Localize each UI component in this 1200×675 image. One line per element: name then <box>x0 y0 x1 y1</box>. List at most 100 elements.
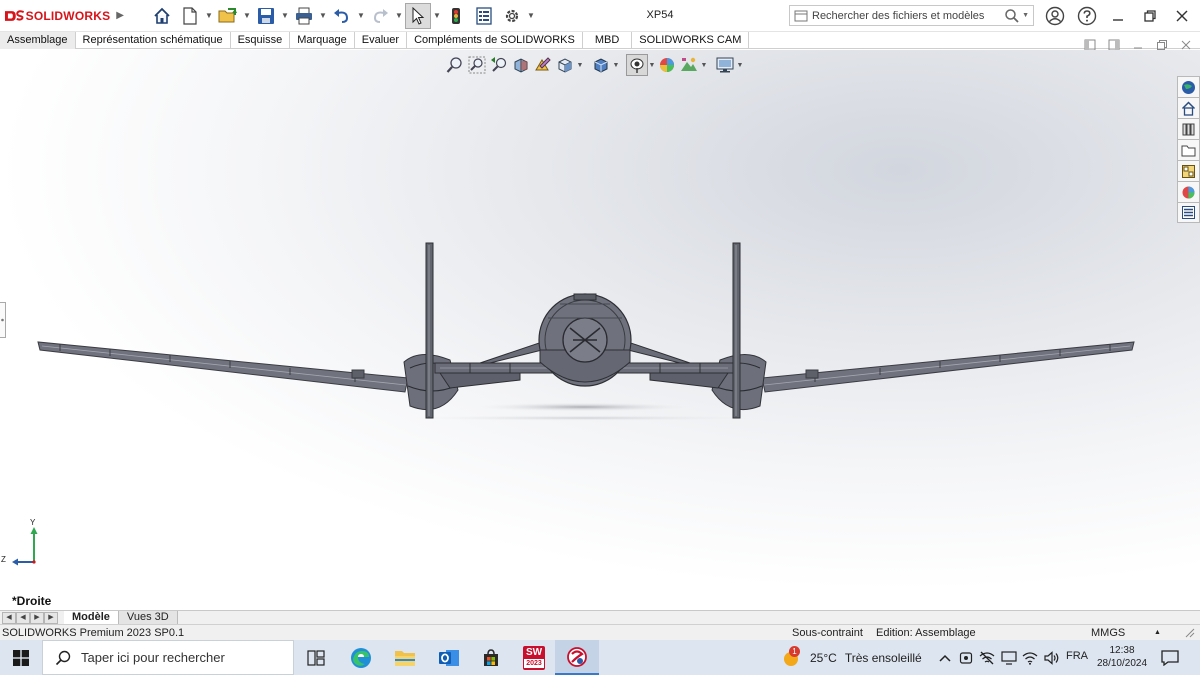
resize-grip-icon[interactable] <box>1183 626 1195 641</box>
tray-app-button[interactable] <box>955 640 977 675</box>
tab-complements-solidworks[interactable]: Compléments de SOLIDWORKS <box>407 32 583 49</box>
new-document-button[interactable] <box>177 3 203 29</box>
title-bar: SOLIDWORKS ▶ ▼ ▼ ▼ ▼ ▼ ▼ ▼ ▼ XP54 Recher… <box>0 0 1200 32</box>
view-palette-tab[interactable] <box>1177 160 1200 181</box>
status-constraint: Sous-contraint <box>792 627 863 639</box>
logo-expand-arrow-icon[interactable]: ▶ <box>116 10 124 21</box>
left-nacelle <box>403 242 459 419</box>
feature-manager-collapse-handle[interactable] <box>0 302 6 338</box>
weather-condition: Très ensoleillé <box>844 650 922 665</box>
tab-representation-schematique[interactable]: Représentation schématique <box>76 32 231 49</box>
tray-network-status-button[interactable] <box>976 640 998 675</box>
close-window-button[interactable] <box>1170 4 1194 28</box>
select-button[interactable] <box>405 2 431 29</box>
collapse-handle-icon <box>1 318 4 322</box>
weather-widget[interactable]: 1 25°C Très ensoleillé <box>780 640 922 675</box>
triad-z-label: Z <box>1 555 6 564</box>
next-tab-arrow-icon[interactable]: ▶ <box>30 611 44 624</box>
search-icon[interactable] <box>1004 8 1020 24</box>
tab-evaluer[interactable]: Evaluer <box>355 32 408 49</box>
taskbar-clock[interactable]: 12:38 28/10/2024 <box>1094 644 1150 670</box>
file-explorer-folder-icon <box>395 650 415 666</box>
search-dropdown-arrow-icon[interactable]: ▼ <box>1022 12 1029 19</box>
taskbar-file-explorer-button[interactable] <box>383 640 427 675</box>
rebuild-button[interactable] <box>443 3 469 29</box>
sw-badge-top-text: SW <box>525 646 543 658</box>
tab-mbd[interactable]: MBD <box>583 32 633 49</box>
tray-display-button[interactable] <box>998 640 1020 675</box>
solidworks-2023-app-icon: SW 2023 <box>523 645 545 670</box>
tab-modele[interactable]: Modèle <box>64 610 119 625</box>
solidworks-logo[interactable]: SOLIDWORKS ▶ <box>4 0 124 32</box>
save-dropdown-arrow-icon[interactable]: ▼ <box>280 11 290 20</box>
show-hidden-icons-button[interactable] <box>934 640 956 675</box>
file-properties-icon <box>476 6 492 25</box>
options-button[interactable] <box>499 3 525 29</box>
file-explorer-tab[interactable] <box>1177 139 1200 160</box>
view-orientation-name: *Droite <box>12 594 52 608</box>
ds-logo-icon <box>4 9 25 21</box>
search-input[interactable] <box>812 6 1005 25</box>
redo-dropdown-arrow-icon[interactable]: ▼ <box>394 11 404 20</box>
model-tabs-bar: ◀ ◀ ▶ ▶ Modèle Vues 3D <box>0 610 1200 625</box>
redo-button[interactable] <box>367 3 393 29</box>
design-library-books-icon <box>1182 123 1195 135</box>
task-view-icon <box>307 649 325 666</box>
units-dropdown-arrow-icon[interactable]: ▲ <box>1154 629 1161 636</box>
input-language-indicator[interactable]: FRA <box>1066 650 1088 662</box>
select-dropdown-arrow-icon[interactable]: ▼ <box>432 11 442 20</box>
redo-arrow-icon <box>373 8 388 23</box>
tab-solidworks-cam[interactable]: SOLIDWORKS CAM <box>632 32 750 49</box>
new-dropdown-arrow-icon[interactable]: ▼ <box>204 11 214 20</box>
windows-logo-icon <box>13 649 29 666</box>
prev-tab-arrow-icon[interactable]: ◀ <box>16 611 30 624</box>
status-units[interactable]: MMGS <box>1091 627 1125 639</box>
undo-button[interactable] <box>329 3 355 29</box>
tab-assemblage[interactable]: Assemblage <box>0 32 76 49</box>
print-button[interactable] <box>291 3 317 29</box>
graphics-area[interactable]: ▼ ▼ ▼ ▼ ▼ Y Z *Droite <box>0 50 1200 610</box>
edge-browser-icon <box>351 647 371 668</box>
first-tab-arrow-icon[interactable]: ◀ <box>2 611 16 624</box>
task-view-button[interactable] <box>294 640 338 675</box>
undo-dropdown-arrow-icon[interactable]: ▼ <box>356 11 366 20</box>
taskbar-store-button[interactable] <box>469 640 513 675</box>
tray-volume-button[interactable] <box>1041 640 1063 675</box>
home-button[interactable] <box>149 3 175 29</box>
help-button[interactable] <box>1075 4 1099 28</box>
solidworks-resources-tab[interactable] <box>1177 76 1200 97</box>
open-button[interactable] <box>215 3 241 29</box>
printer-icon <box>296 7 312 24</box>
tab-vues-3d[interactable]: Vues 3D <box>118 610 178 625</box>
notification-center-button[interactable] <box>1160 648 1180 668</box>
save-button[interactable] <box>253 3 279 29</box>
design-library-tab[interactable] <box>1177 118 1200 139</box>
quick-access-toolbar: ▼ ▼ ▼ ▼ ▼ ▼ ▼ ▼ <box>148 0 536 32</box>
taskbar-outlook-button[interactable] <box>427 640 471 675</box>
restore-window-button[interactable] <box>1138 4 1162 28</box>
tray-app-icon <box>959 651 973 664</box>
tray-wifi-button[interactable] <box>1019 640 1041 675</box>
last-tab-arrow-icon[interactable]: ▶ <box>44 611 58 624</box>
custom-properties-tab[interactable] <box>1177 202 1200 223</box>
taskbar-search-box[interactable] <box>42 640 294 675</box>
home-tab[interactable] <box>1177 97 1200 118</box>
taskbar-solidworks-2023-button[interactable]: SW 2023 <box>512 640 556 675</box>
user-account-button[interactable] <box>1043 4 1067 28</box>
taskbar-search-input[interactable] <box>81 650 281 665</box>
options-dropdown-arrow-icon[interactable]: ▼ <box>526 11 536 20</box>
print-dropdown-arrow-icon[interactable]: ▼ <box>318 11 328 20</box>
minimize-window-button[interactable] <box>1106 4 1130 28</box>
tab-esquisse[interactable]: Esquisse <box>231 32 291 49</box>
search-box[interactable]: ▼ <box>789 5 1034 26</box>
save-disk-icon <box>258 7 274 24</box>
file-properties-button[interactable] <box>471 3 497 29</box>
taskbar-edge-button[interactable] <box>339 640 383 675</box>
taskbar-solidworks-active-button[interactable] <box>555 640 599 675</box>
assembly-model-xp54[interactable] <box>0 50 1200 610</box>
tab-marquage[interactable]: Marquage <box>290 32 355 49</box>
logo-brand-text: SOLIDWORKS <box>25 8 111 23</box>
appearances-scenes-tab[interactable] <box>1177 181 1200 202</box>
start-button[interactable] <box>0 640 42 675</box>
open-dropdown-arrow-icon[interactable]: ▼ <box>242 11 252 20</box>
